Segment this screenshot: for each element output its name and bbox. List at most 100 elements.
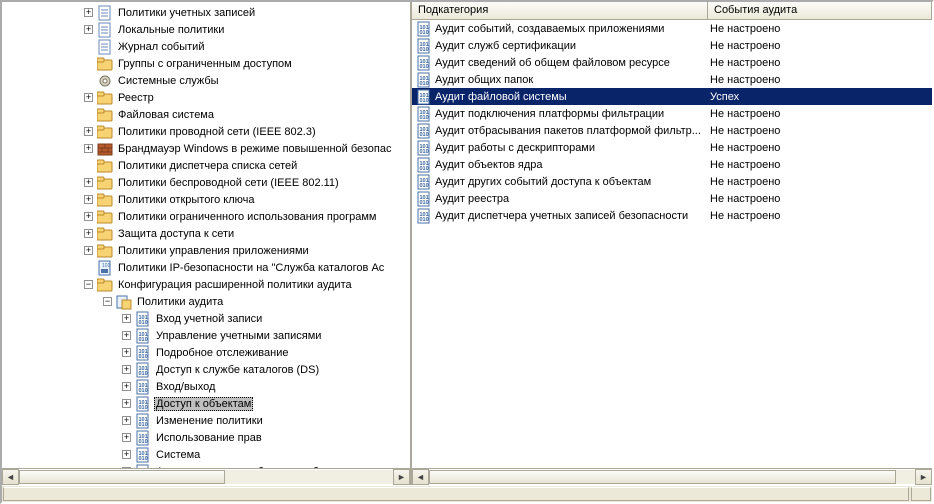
tree-item-account-mgmt[interactable]: +Управление учетными записями <box>14 327 410 344</box>
expand-icon[interactable]: + <box>84 178 93 187</box>
expand-icon[interactable]: + <box>84 246 93 255</box>
tree-item-firewall[interactable]: + Брандмауэр Windows в режиме повышенной … <box>14 140 410 157</box>
tree-item-logon-logoff[interactable]: + Вход/выход <box>14 378 410 395</box>
tree-label: Политики аудита <box>135 295 225 309</box>
tree-item-object-access[interactable]: +Доступ к объектам <box>14 395 410 412</box>
cell-audit-events: Не настроено <box>708 210 932 222</box>
expand-icon[interactable]: + <box>84 93 93 102</box>
tree-item-local-policies[interactable]: +Локальные политики <box>14 21 410 38</box>
cell-subcategory: Аудит отбрасывания пакетов платформой фи… <box>435 125 708 137</box>
tree-item-registry[interactable]: +Реестр <box>14 89 410 106</box>
list-view[interactable]: Аудит событий, создаваемых приложениямиН… <box>412 20 932 468</box>
expand-icon[interactable]: + <box>84 144 93 153</box>
tree-h-scrollbar[interactable]: ◄ ► <box>2 468 410 485</box>
tree-item-ds-access[interactable]: +Доступ к службе каталогов (DS) <box>14 361 410 378</box>
list-row[interactable]: Аудит общих папокНе настроено <box>412 71 932 88</box>
no-expand <box>84 59 93 68</box>
tree-item-privilege-use[interactable]: + Использование прав <box>14 429 410 446</box>
tree-label: Политики диспетчера списка сетей <box>116 159 299 173</box>
tree-item-detailed-tracking[interactable]: +Подробное отслеживание <box>14 344 410 361</box>
column-audit-events[interactable]: События аудита <box>708 2 932 19</box>
expand-icon[interactable]: + <box>122 382 131 391</box>
expand-icon[interactable]: + <box>122 399 131 408</box>
cell-audit-events: Не настроено <box>708 40 932 52</box>
tree-item-wireless-802-11[interactable]: +Политики беспроводной сети (IEEE 802.11… <box>14 174 410 191</box>
audit-item-icon <box>416 38 432 54</box>
folder-icon <box>97 192 113 208</box>
cell-audit-events: Не настроено <box>708 74 932 86</box>
cell-subcategory: Аудит работы с дескрипторами <box>435 142 708 154</box>
list-row[interactable]: Аудит работы с дескрипторамиНе настроено <box>412 139 932 156</box>
list-row[interactable]: Аудит служб сертификацииНе настроено <box>412 37 932 54</box>
expand-icon[interactable]: + <box>122 433 131 442</box>
expand-icon[interactable]: + <box>122 348 131 357</box>
tree-item-filesystem[interactable]: Файловая система <box>14 106 410 123</box>
tree-item-software-restriction[interactable]: +Политики ограниченного использования пр… <box>14 208 410 225</box>
collapse-icon[interactable]: − <box>103 297 112 306</box>
expand-icon[interactable]: + <box>84 127 93 136</box>
tree-item-restricted-groups[interactable]: Группы с ограниченным доступом <box>14 55 410 72</box>
tree-item-app-control[interactable]: +Политики управления приложениями <box>14 242 410 259</box>
tree-view[interactable]: +Политики учетных записей +Локальные пол… <box>2 2 410 468</box>
cell-audit-events: Не настроено <box>708 193 932 205</box>
audit-icon <box>135 345 151 361</box>
list-row[interactable]: Аудит объектов ядраНе настроено <box>412 156 932 173</box>
scroll-right-icon[interactable]: ► <box>915 469 932 485</box>
scroll-left-icon[interactable]: ◄ <box>412 469 429 485</box>
tree-item-adv-audit-config[interactable]: −Конфигурация расширенной политики аудит… <box>14 276 410 293</box>
cell-subcategory: Аудит событий, создаваемых приложениями <box>435 23 708 35</box>
tree-label: Брандмауэр Windows в режиме повышенной б… <box>116 142 394 156</box>
audit-icon <box>135 311 151 327</box>
list-row[interactable]: Аудит файловой системыУспех <box>412 88 932 105</box>
scroll-track[interactable] <box>429 469 915 485</box>
expand-icon[interactable]: + <box>122 416 131 425</box>
scroll-left-icon[interactable]: ◄ <box>2 469 19 485</box>
tree-item-audit-policies[interactable]: − Политики аудита <box>14 293 410 310</box>
tree-item-account-policies[interactable]: +Политики учетных записей <box>14 4 410 21</box>
list-h-scrollbar[interactable]: ◄ ► <box>412 468 932 485</box>
tree-item-netlist-mgr[interactable]: Политики диспетчера списка сетей <box>14 157 410 174</box>
scroll-track[interactable] <box>19 469 393 485</box>
policy-icon <box>97 260 113 276</box>
audit-icon <box>135 430 151 446</box>
expand-icon[interactable]: + <box>84 195 93 204</box>
list-row[interactable]: Аудит других событий доступа к объектамН… <box>412 173 932 190</box>
tree-label: Защита доступа к сети <box>116 227 236 241</box>
tree-item-system-services[interactable]: Системные службы <box>14 72 410 89</box>
expand-icon[interactable]: + <box>122 365 131 374</box>
list-row[interactable]: Аудит реестраНе настроено <box>412 190 932 207</box>
expand-icon[interactable]: + <box>84 25 93 34</box>
list-row[interactable]: Аудит подключения платформы фильтрацииНе… <box>412 105 932 122</box>
scroll-thumb[interactable] <box>429 470 896 484</box>
tree-item-event-log[interactable]: Журнал событий <box>14 38 410 55</box>
scroll-thumb[interactable] <box>19 470 225 484</box>
tree-item-wired-802-3[interactable]: + Политики проводной сети (IEEE 802.3) <box>14 123 410 140</box>
tree-label: Группы с ограниченным доступом <box>116 57 294 71</box>
cell-subcategory: Аудит диспетчера учетных записей безопас… <box>435 210 708 222</box>
tree-label: Вход/выход <box>154 380 217 394</box>
folder-icon <box>97 158 113 174</box>
expand-icon[interactable]: + <box>84 8 93 17</box>
tree-item-nap[interactable]: + Защита доступа к сети <box>14 225 410 242</box>
audit-item-icon <box>416 89 432 105</box>
tree-label: Политики проводной сети (IEEE 802.3) <box>116 125 318 139</box>
no-expand <box>84 76 93 85</box>
expand-icon[interactable]: + <box>122 450 131 459</box>
expand-icon[interactable]: + <box>84 229 93 238</box>
expand-icon[interactable]: + <box>84 212 93 221</box>
tree-item-ipsec[interactable]: Политики IP-безопасности на "Служба ката… <box>14 259 410 276</box>
tree-item-policy-change[interactable]: +Изменение политики <box>14 412 410 429</box>
tree-item-public-key[interactable]: +Политики открытого ключа <box>14 191 410 208</box>
collapse-icon[interactable]: − <box>84 280 93 289</box>
tree-item-system[interactable]: +Система <box>14 446 410 463</box>
list-row[interactable]: Аудит диспетчера учетных записей безопас… <box>412 207 932 224</box>
expand-icon[interactable]: + <box>122 314 131 323</box>
scroll-right-icon[interactable]: ► <box>393 469 410 485</box>
tree-item-account-logon[interactable]: +Вход учетной записи <box>14 310 410 327</box>
list-row[interactable]: Аудит событий, создаваемых приложениямиН… <box>412 20 932 37</box>
list-row[interactable]: Аудит сведений об общем файловом ресурсе… <box>412 54 932 71</box>
expand-icon[interactable]: + <box>122 331 131 340</box>
tree-label: Использование прав <box>154 431 264 445</box>
column-subcategory[interactable]: Подкатегория <box>412 2 708 19</box>
list-row[interactable]: Аудит отбрасывания пакетов платформой фи… <box>412 122 932 139</box>
